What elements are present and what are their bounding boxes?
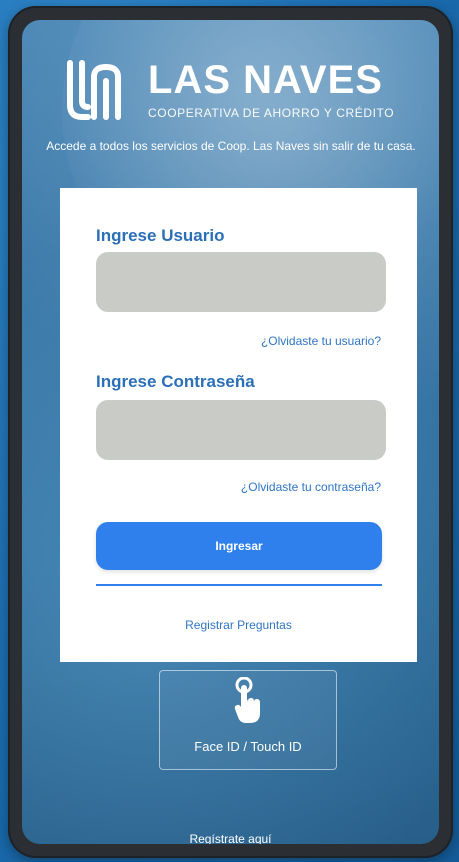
brand-header: LAS NAVES COOPERATIVA DE AHORRO Y CRÉDIT… [62, 52, 394, 128]
forgot-user-link[interactable]: ¿Olvidaste tu usuario? [261, 334, 381, 348]
tagline: Accede a todos los servicios de Coop. La… [46, 139, 416, 153]
biometric-login-button[interactable]: Face ID / Touch ID [159, 670, 337, 770]
login-button[interactable]: Ingresar [96, 522, 382, 570]
password-label: Ingrese Contraseña [96, 372, 255, 391]
register-questions-link[interactable]: Registrar Preguntas [60, 618, 417, 632]
forgot-password-link[interactable]: ¿Olvidaste tu contraseña? [241, 480, 381, 494]
brand-subtitle: COOPERATIVA DE AHORRO Y CRÉDITO [148, 106, 395, 120]
brand-text: LAS NAVES COOPERATIVA DE AHORRO Y CRÉDIT… [148, 60, 394, 120]
user-input[interactable] [96, 252, 386, 312]
user-label: Ingrese Usuario [96, 226, 225, 245]
touch-hand-icon [234, 677, 260, 723]
biometric-label: Face ID / Touch ID [194, 739, 302, 754]
las-naves-logo-icon [67, 60, 121, 120]
phone-frame: LAS NAVES COOPERATIVA DE AHORRO Y CRÉDIT… [8, 6, 453, 858]
login-card: Ingrese Usuario ¿Olvidaste tu usuario? I… [60, 188, 417, 662]
password-input[interactable] [96, 400, 386, 460]
register-link[interactable]: Regístrate aquí [22, 832, 439, 844]
app-screen: LAS NAVES COOPERATIVA DE AHORRO Y CRÉDIT… [22, 20, 439, 844]
divider [96, 584, 382, 586]
brand-name: LAS NAVES [148, 58, 383, 102]
